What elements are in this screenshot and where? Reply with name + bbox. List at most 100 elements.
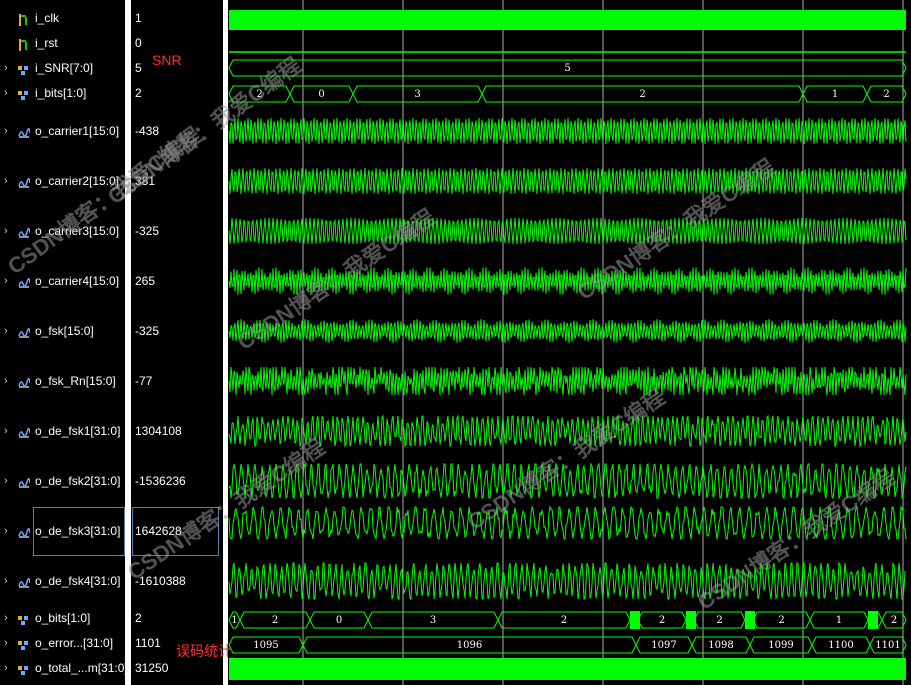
expand-chevron-icon[interactable]: › [4,608,12,628]
bus-segment-label: 1 [832,89,838,100]
signal-row[interactable]: i_clk [0,8,125,28]
bus-glitch [686,611,696,629]
bus-segment-label: 2 [659,615,665,626]
bus-segment-label: 1097 [651,640,676,651]
signal-value: -325 [135,324,160,338]
bus-segment-label: 2 [883,89,889,100]
bus-segment-label: 1101 [875,640,900,651]
expand-chevron-icon[interactable]: › [4,221,12,241]
expand-chevron-icon[interactable]: › [4,321,12,341]
bus-segment-label: 2 [639,89,645,100]
signal-row[interactable]: › o_total_...m[31:0] [0,658,128,678]
analog-trace [228,319,907,343]
signal-name: o_total_...m[31:0] [35,661,128,675]
signal-name: o_carrier4[15:0] [35,274,120,288]
signal-value: 1101 [135,636,161,650]
bus-segment-label: 3 [430,615,436,626]
expand-chevron-icon[interactable]: › [4,371,12,391]
bus-segment-label: 1 [836,615,842,626]
analog-trace [228,366,907,396]
analog-bus-icon [18,425,31,438]
expand-chevron-icon[interactable]: › [4,571,12,591]
signal-value: 1 [135,11,142,25]
signal-row[interactable]: › o_carrier1[15:0] [0,121,125,141]
signal-row[interactable]: › o_bits[1:0] [0,608,125,628]
analog-trace [228,561,907,601]
signal-row[interactable]: › i_SNR[7:0] [0,58,125,78]
signal-value: 1304108 [135,424,182,438]
signal-row[interactable]: i_rst [0,33,125,53]
signal-value: 31250 [135,661,169,675]
bus-segment-label: 1095 [253,640,278,651]
expand-chevron-icon[interactable]: › [4,121,12,141]
signal-row[interactable]: › o_de_fsk4[31:0] [0,571,125,591]
signal-row[interactable]: › o_de_fsk2[31:0] [0,471,125,491]
expand-chevron-icon[interactable]: › [4,271,12,291]
bus-segment-label: 1098 [708,640,733,651]
analog-trace [228,167,907,195]
bus-glitch [745,611,755,629]
bus-segment-label: 1100 [828,640,853,651]
expand-chevron-icon[interactable]: › [4,658,12,678]
bus-segment-label: 0 [318,89,324,100]
expand-chevron-icon[interactable]: › [4,471,12,491]
signal-row[interactable]: › o_de_fsk1[31:0] [0,421,125,441]
expand-chevron-icon[interactable]: › [4,521,12,541]
expand-chevron-icon[interactable]: › [4,58,12,78]
signal-value-panel: 1 0 5 2 -438 381 -325 265 -325 -77 1304108 -1536236… [131,0,223,685]
bus-segment-label: 2 [561,615,567,626]
total-count-bar [229,658,906,680]
signal-name: o_de_fsk2[31:0] [35,474,121,488]
signal-row[interactable]: › o_fsk_Rn[15:0] [0,371,125,391]
bus-signal-icon [18,612,30,625]
bus-segment-label: 2 [272,615,278,626]
clock-wave [229,10,906,30]
signal-value: 265 [135,274,156,288]
bus-signal-icon [18,662,30,675]
analog-bus-icon [18,375,31,388]
expand-chevron-icon[interactable]: › [4,171,12,191]
signal-name-panel: i_clk i_rst › i_SNR[7:0] › i_bits[1:0] › o_carr… [0,0,128,685]
analog-trace [228,217,907,245]
signal-name: o_de_fsk1[31:0] [35,424,121,438]
bus-segment-label: 2 [716,615,722,626]
bus-segment-label: 1 [231,615,237,626]
signal-name: i_clk [35,11,60,25]
signal-name: o_fsk_Rn[15:0] [35,374,116,388]
signal-value: -438 [135,124,160,138]
bus-segment-label: 0 [336,615,342,626]
bus-signal-icon [18,637,30,650]
waveform-view[interactable]: 52 0 3 2 1 21 2 0 3 2 2 2 2 1 21095 1096 1097 1098 1099 110… [228,0,911,685]
signal-row[interactable]: › o_error...[31:0] [0,633,125,653]
snr-annotation: SNR [152,52,182,68]
signal-row[interactable]: › i_bits[1:0] [0,83,125,103]
bus-glitch [630,611,640,629]
signal-row[interactable]: › o_fsk[15:0] [0,321,125,341]
analog-bus-icon [18,175,31,188]
signal-value: -77 [135,374,153,388]
bus-segment-label: 1096 [457,640,482,651]
expand-chevron-icon[interactable]: › [4,633,12,653]
signal-value: -1536236 [135,474,186,488]
bus-signal-icon [18,87,30,100]
bus-segment-label: 2 [778,615,784,626]
bus-segment-label: 3 [414,89,420,100]
signal-name: i_SNR[7:0] [35,61,94,75]
expand-chevron-icon[interactable]: › [4,83,12,103]
analog-trace [228,117,907,145]
analog-bus-icon [18,575,31,588]
bus-signal-icon [18,62,30,75]
bus-segment-label: 1099 [768,640,793,651]
signal-name: o_fsk[15:0] [35,324,94,338]
analog-bus-icon [18,525,31,538]
signal-name: i_bits[1:0] [35,86,87,100]
bit-signal-icon [18,37,30,51]
selected-signal-highlight [33,507,125,556]
signal-name: o_bits[1:0] [35,611,91,625]
signal-value: 5 [135,61,142,75]
signal-name: o_de_fsk4[31:0] [35,574,121,588]
signal-name: o_error...[31:0] [35,636,114,650]
signal-value: 0 [135,36,142,50]
error-stats-annotation: 误码统计 [176,643,232,659]
expand-chevron-icon[interactable]: › [4,421,12,441]
